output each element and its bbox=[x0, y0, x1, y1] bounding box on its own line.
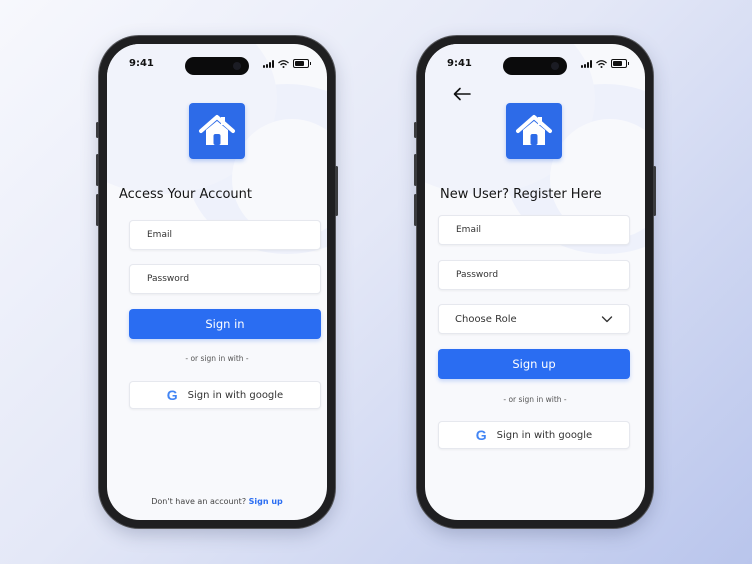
or-divider-text: - or sign in with - bbox=[503, 395, 567, 404]
google-sign-in-button[interactable]: G Sign in with google bbox=[129, 381, 321, 409]
google-sign-in-button[interactable]: G Sign in with google bbox=[438, 421, 630, 449]
wifi-icon bbox=[278, 59, 289, 68]
status-time: 9:41 bbox=[129, 58, 154, 69]
battery-icon bbox=[293, 59, 311, 68]
role-select[interactable]: Choose Role bbox=[438, 304, 630, 334]
sign-up-button[interactable]: Sign up bbox=[438, 349, 630, 379]
battery-icon bbox=[611, 59, 629, 68]
status-icons bbox=[581, 59, 629, 68]
status-bar: 9:41 bbox=[107, 57, 327, 75]
status-time: 9:41 bbox=[447, 58, 472, 69]
google-button-label: Sign in with google bbox=[496, 429, 593, 441]
password-placeholder: Password bbox=[147, 274, 190, 284]
dynamic-island bbox=[185, 57, 249, 75]
house-icon bbox=[189, 103, 245, 159]
login-screen: 9:41 Access Your Account Email Password … bbox=[107, 44, 327, 520]
phone-login: 9:41 Access Your Account Email Password … bbox=[96, 36, 338, 528]
phone-register: 9:41 New User? Register Here Email Passw… bbox=[414, 36, 656, 528]
page-title: Access Your Account bbox=[119, 187, 253, 202]
status-icons bbox=[263, 59, 311, 68]
email-field[interactable]: Email bbox=[438, 215, 630, 245]
password-placeholder: Password bbox=[456, 270, 499, 280]
email-field[interactable]: Email bbox=[129, 220, 321, 250]
status-bar: 9:41 bbox=[425, 57, 645, 75]
password-field[interactable]: Password bbox=[129, 264, 321, 294]
password-field[interactable]: Password bbox=[438, 260, 630, 290]
signup-footer: Don't have an account? Sign up bbox=[107, 497, 327, 506]
sign-in-button[interactable]: Sign in bbox=[129, 309, 321, 339]
chevron-down-icon bbox=[601, 316, 613, 323]
google-button-label: Sign in with google bbox=[187, 389, 284, 401]
signal-icon bbox=[581, 59, 592, 68]
signal-icon bbox=[263, 59, 274, 68]
register-screen: 9:41 New User? Register Here Email Passw… bbox=[425, 44, 645, 520]
footer-text: Don't have an account? bbox=[151, 497, 247, 506]
wifi-icon bbox=[596, 59, 607, 68]
email-placeholder: Email bbox=[456, 225, 481, 235]
google-icon: G bbox=[475, 427, 487, 443]
email-placeholder: Email bbox=[147, 230, 172, 240]
or-divider-text: - or sign in with - bbox=[185, 354, 249, 363]
page-title: New User? Register Here bbox=[440, 187, 602, 202]
house-icon bbox=[506, 103, 562, 159]
sign-up-link[interactable]: Sign up bbox=[249, 497, 283, 506]
arrow-left-icon[interactable] bbox=[453, 86, 471, 105]
google-icon: G bbox=[166, 387, 178, 403]
dynamic-island bbox=[503, 57, 567, 75]
role-select-value: Choose Role bbox=[455, 314, 517, 325]
